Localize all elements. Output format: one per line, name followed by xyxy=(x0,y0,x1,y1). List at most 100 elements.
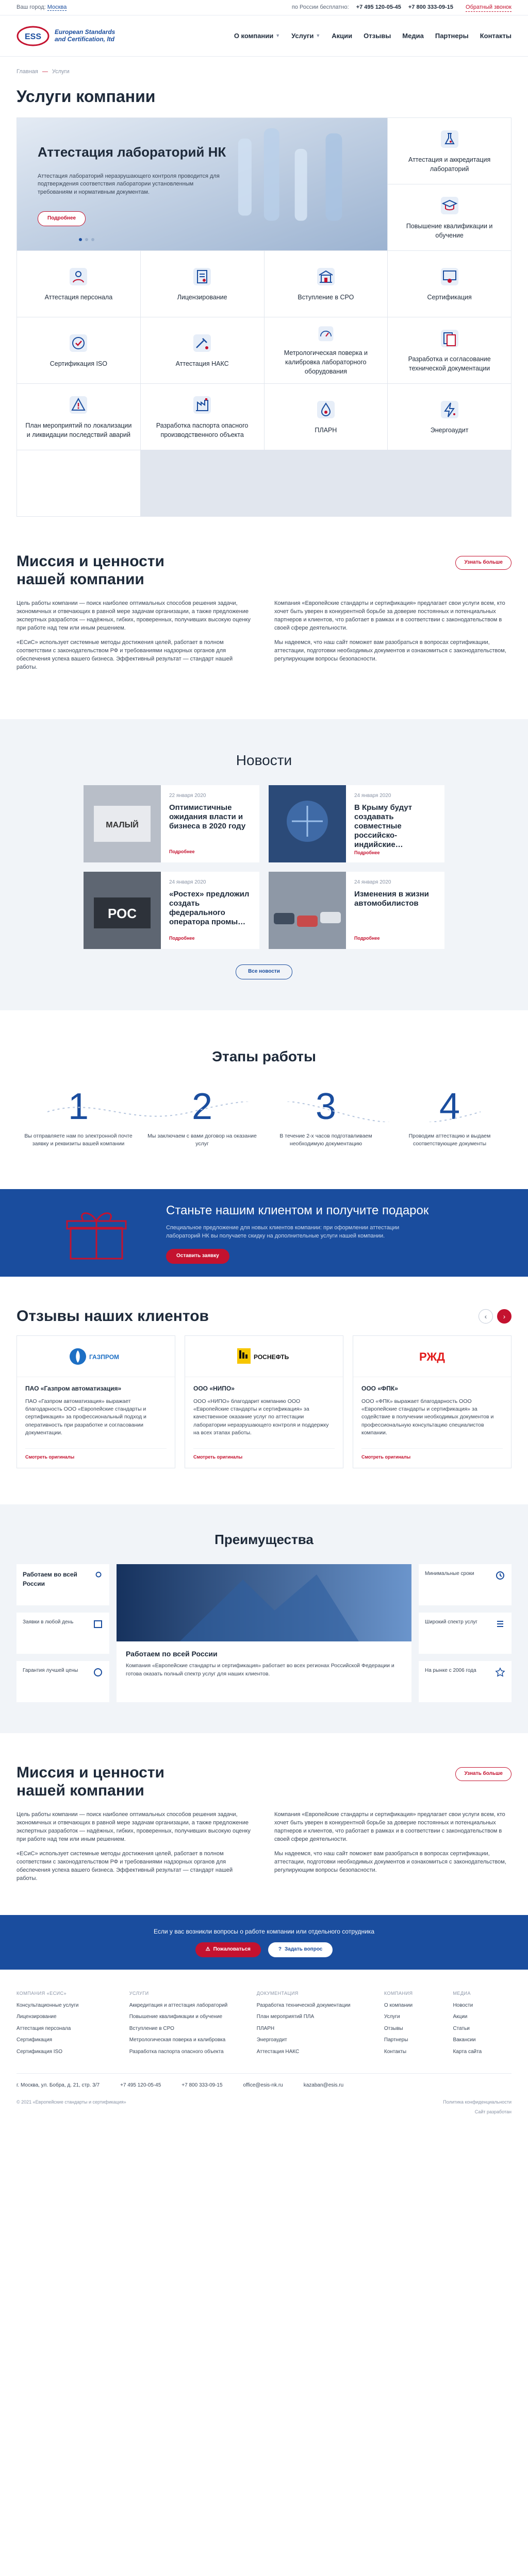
all-news-button[interactable]: Все новости xyxy=(236,964,292,979)
service-naks[interactable]: Аттестация НАКС xyxy=(140,317,264,384)
news-card[interactable]: 24 января 2020 Изменения в жизни автомоби… xyxy=(269,872,444,950)
review-card: РОСНЕФТЬ ООО «НИПО» ООО «НИПО» благодарит… xyxy=(185,1335,343,1469)
nav-services[interactable]: Услуги ▼ xyxy=(291,31,320,41)
nav-partners[interactable]: Партнеры xyxy=(435,31,469,41)
news-more-link[interactable]: Подробнее xyxy=(354,935,436,942)
advantage-title: Широкий спектр услуг xyxy=(425,1619,477,1625)
city-link[interactable]: Москва xyxy=(47,4,67,11)
footer-link[interactable]: Аттестация персонала xyxy=(16,2025,119,2033)
breadcrumb-home[interactable]: Главная xyxy=(16,68,38,76)
footer-link[interactable]: Сертификация ISO xyxy=(16,2048,119,2056)
footer-link[interactable]: План мероприятий ПЛА xyxy=(257,2013,374,2021)
footer-link[interactable]: Лицензирование xyxy=(16,2013,119,2021)
hero-slider[interactable]: Аттестация лабораторий НК Аттестация лаб… xyxy=(17,118,388,251)
mission-more-button[interactable]: Узнать больше xyxy=(455,556,512,570)
news-card[interactable]: 24 января 2020 В Крыму будут создавать со… xyxy=(269,785,444,863)
news-headline[interactable]: Изменения в жизни автомобилистов xyxy=(354,890,436,908)
footer-link[interactable]: Повышение квалификации и обучение xyxy=(129,2013,246,2021)
nav-promo[interactable]: Акции xyxy=(332,31,352,41)
footer-link[interactable]: Новости xyxy=(453,2002,512,2010)
footer-link[interactable]: Акции xyxy=(453,2013,512,2021)
metrology-icon xyxy=(318,326,334,342)
service-plan[interactable]: План мероприятий по локализации и ликвид… xyxy=(17,384,140,450)
news-more-link[interactable]: Подробнее xyxy=(169,849,251,855)
ask-question-button[interactable]: ? Задать вопрос xyxy=(268,1942,333,1957)
slider-dots xyxy=(79,238,94,242)
review-originals-link[interactable]: Смотреть оригиналы xyxy=(361,1448,503,1461)
service-lab-accreditation[interactable]: Аттестация и аккредитация лабораторий xyxy=(388,118,511,184)
privacy-policy-link[interactable]: Политика конфиденциальности xyxy=(443,2099,512,2106)
footer-link[interactable]: Отзывы xyxy=(384,2025,443,2033)
phone-caption: по России бесплатно: xyxy=(291,4,349,11)
service-documents[interactable]: Разработка и согласование технической до… xyxy=(388,317,511,384)
nav-about[interactable]: О компании ▼ xyxy=(234,31,280,41)
footer-link[interactable]: Вакансии xyxy=(453,2037,512,2044)
news-card[interactable]: РОС 24 января 2020 «Ростех» предложил соз… xyxy=(84,872,259,950)
complain-button[interactable]: ⚠ Пожаловаться xyxy=(195,1942,261,1957)
service-label: Разработка паспорта опасного производств… xyxy=(156,422,249,439)
footer-email[interactable]: office@esis-nk.ru xyxy=(243,2082,283,2090)
review-logo-text: РЖД xyxy=(419,1350,445,1363)
phone-1[interactable]: +7 495 120-05-45 xyxy=(356,4,401,12)
service-energy[interactable]: Энергоаудит xyxy=(388,384,511,450)
review-originals-link[interactable]: Смотреть оригиналы xyxy=(193,1448,335,1461)
footer-link[interactable]: Сертификация xyxy=(16,2037,119,2044)
news-more-link[interactable]: Подробнее xyxy=(169,935,251,942)
slider-dot[interactable] xyxy=(85,238,88,242)
news-card[interactable]: МАЛЫЙ 22 января 2020 Оптимистичные ожидан… xyxy=(84,785,259,863)
hero-details-button[interactable]: Подробнее xyxy=(38,211,86,226)
news-more-link[interactable]: Подробнее xyxy=(354,850,436,856)
service-plarn[interactable]: ПЛАРН xyxy=(264,384,388,450)
hero-title: Аттестация лабораторий НК xyxy=(38,144,226,160)
footer-phone[interactable]: +7 495 120-05-45 xyxy=(120,2082,161,2090)
footer-link[interactable]: О компании xyxy=(384,2002,443,2010)
footer-link[interactable]: Аккредитация и аттестация лабораторий xyxy=(129,2002,246,2010)
city-selector[interactable]: Ваш город: Москва xyxy=(16,4,67,12)
nav-contacts[interactable]: Контакты xyxy=(480,31,512,41)
mission-more-button[interactable]: Узнать больше xyxy=(455,1767,512,1781)
logo[interactable]: ESS European Standards and Certification,… xyxy=(16,21,120,52)
slider-dot[interactable] xyxy=(91,238,94,242)
service-label: Метрологическая поверка и калибровка лаб… xyxy=(284,349,368,376)
nav-reviews[interactable]: Отзывы xyxy=(364,31,391,41)
page-title: Услуги компании xyxy=(16,87,156,106)
footer-link[interactable]: Статьи xyxy=(453,2025,512,2033)
phone-2[interactable]: +7 800 333-09-15 xyxy=(408,4,453,12)
news-headline[interactable]: В Крыму будут создавать совместные росси… xyxy=(354,803,436,850)
developer-credit[interactable]: Сайт разработан xyxy=(475,2109,512,2115)
footer-link[interactable]: Карта сайта xyxy=(453,2048,512,2056)
footer-email[interactable]: kazaban@esis.ru xyxy=(304,2082,343,2090)
footer-link[interactable]: Аттестация НАКС xyxy=(257,2048,374,2056)
service-education[interactable]: Повышение квалификации и обучение xyxy=(388,184,511,251)
nav-media[interactable]: Медиа xyxy=(402,31,424,41)
news-headline[interactable]: Оптимистичные ожидания власти и бизнеса … xyxy=(169,803,251,831)
footer-phone[interactable]: +7 800 333-09-15 xyxy=(182,2082,222,2090)
slider-dot[interactable] xyxy=(79,238,82,242)
footer-link[interactable]: Метрологическая поверка и калибровка xyxy=(129,2037,246,2044)
svg-text:МАЛЫЙ: МАЛЫЙ xyxy=(106,820,138,829)
leave-request-button[interactable]: Оставить заявку xyxy=(166,1249,229,1264)
footer-link[interactable]: Разработка паспорта опасного объекта xyxy=(129,2048,246,2056)
mission-paragraph: «ЕСиС» использует системные методы дости… xyxy=(16,639,233,670)
service-certification[interactable]: Сертификация xyxy=(388,251,511,317)
footer-link[interactable]: Консультационные услуги xyxy=(16,2002,119,2010)
callback-link[interactable]: Обратный звонок xyxy=(466,4,512,12)
footer-link[interactable]: ПЛАРН xyxy=(257,2025,374,2033)
footer-link[interactable]: Партнеры xyxy=(384,2037,443,2044)
footer-link[interactable]: Энергоаудит xyxy=(257,2037,374,2044)
service-iso[interactable]: Сертификация ISO xyxy=(17,317,140,384)
prev-arrow-icon[interactable]: ‹ xyxy=(478,1309,493,1324)
footer-link[interactable]: Вступление в СРО xyxy=(129,2025,246,2033)
service-metrology[interactable]: Метрологическая поверка и калибровка лаб… xyxy=(264,317,388,384)
review-originals-link[interactable]: Смотреть оригиналы xyxy=(25,1448,167,1461)
service-personnel[interactable]: Аттестация персонала xyxy=(17,251,140,317)
footer-link[interactable]: Контакты xyxy=(384,2048,443,2056)
footer-link[interactable]: Услуги xyxy=(384,2013,443,2021)
service-sro[interactable]: Вступление в СРО xyxy=(264,251,388,317)
service-passport[interactable]: Разработка паспорта опасного производств… xyxy=(140,384,264,450)
news-headline[interactable]: «Ростех» предложил создать федерального … xyxy=(169,890,251,927)
next-arrow-icon[interactable]: › xyxy=(497,1309,512,1324)
service-license[interactable]: Лицензирование xyxy=(140,251,264,317)
footer-link[interactable]: Разработка технической документации xyxy=(257,2002,374,2010)
mission-header: Миссия и ценности нашей компании Узнать б… xyxy=(16,553,512,588)
